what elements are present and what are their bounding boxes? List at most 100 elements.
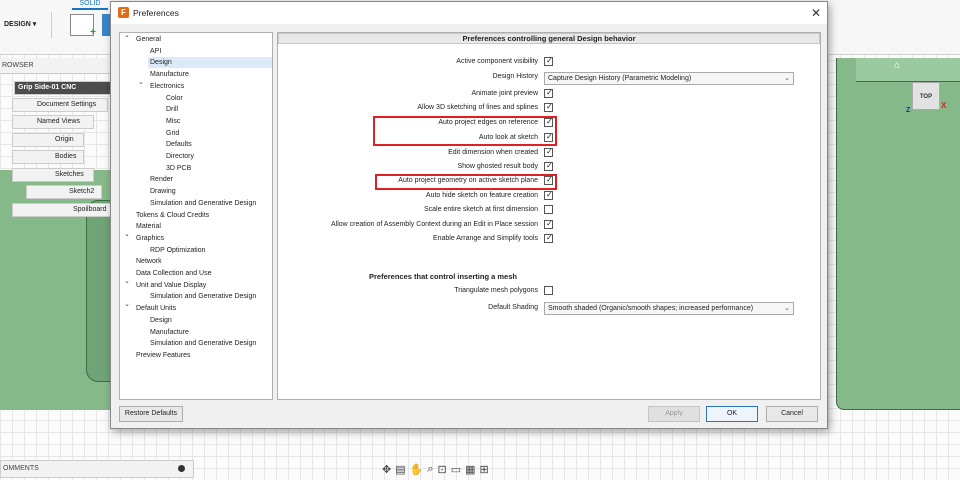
preferences-tree: ⌄ General API Design Manufacture ⌄ Electronics… [119,32,273,400]
setting-checkbox[interactable] [544,102,553,112]
workspace-switcher[interactable]: DESIGN ▾ [0,12,52,38]
tree-item[interactable]: Color [164,93,183,104]
dialog-title: Preferences [133,8,179,18]
tree-expand-chevron-icon[interactable]: ⌄ [124,300,130,308]
pan-icon[interactable]: ✋ [410,463,424,476]
select-value: Smooth shaded (Organic/smooth shapes; in… [548,305,754,312]
tree-item[interactable]: Manufacture [148,69,189,80]
tree-item[interactable]: Material [134,221,161,232]
chevron-down-icon: ⌄ [784,305,790,312]
design-history-select[interactable]: Capture Design History (Parametric Model… [544,72,794,85]
browser-node-document-settings[interactable]: Document Settings [12,98,108,112]
browser-node-named-views[interactable]: Named Views [12,115,94,129]
setting-checkbox[interactable] [544,88,553,98]
tree-item[interactable]: Graphics [134,233,164,244]
create-sketch-icon[interactable]: + [70,14,96,38]
highlight-box [375,174,557,190]
apply-button[interactable]: Apply [648,406,700,422]
tree-item[interactable]: Unit and Value Display [134,280,206,291]
tree-item[interactable]: Drawing [148,186,176,197]
setting-label: Design History [492,73,538,80]
tree-item[interactable]: Design [148,315,172,326]
look-at-icon[interactable]: ▤ [395,463,405,476]
orbit-icon[interactable]: ✥ [382,463,391,476]
setting-checkbox[interactable] [544,205,553,214]
tree-item[interactable]: Simulation and Generative Design [148,198,256,209]
browser-root-node[interactable]: Grip Side-01 CNC [14,81,112,95]
cancel-button[interactable]: Cancel [766,406,818,422]
triangulate-checkbox[interactable] [544,286,553,295]
display-settings-icon[interactable]: ▭ [451,463,461,476]
browser-panel: ROWSER Grip Side-01 CNC Document Setting… [0,58,112,218]
navigation-bar: ✥ ▤ ✋ ⌕ ⊡ ▭ ▦ ⊞ [382,460,552,478]
viewcube[interactable]: TOP [912,82,940,110]
tree-expand-chevron-icon[interactable]: ⌄ [138,78,144,86]
comments-panel[interactable]: OMMENTS [0,460,194,478]
setting-label: Show ghosted result body [457,163,538,170]
chevron-down-icon: ⌄ [784,75,790,82]
tree-item[interactable]: Grid [164,128,179,139]
ok-button[interactable]: OK [706,406,758,422]
tree-item[interactable]: Manufacture [148,327,189,338]
setting-checkbox[interactable] [544,161,553,171]
tree-item[interactable]: Directory [164,151,194,162]
tree-expand-chevron-icon[interactable]: ⌄ [124,33,130,39]
zoom-icon[interactable]: ⌕ [427,463,433,476]
browser-title: ROWSER [0,58,112,74]
tree-item[interactable]: Network [134,256,162,267]
setting-checkbox[interactable] [544,190,553,200]
comments-label: OMMENTS [3,465,39,472]
browser-node-origin[interactable]: Origin [12,133,84,147]
home-icon[interactable]: ⌂ [894,60,900,71]
tree-expand-chevron-icon[interactable]: ⌄ [124,230,130,238]
setting-label: Edit dimension when created [448,149,538,156]
setting-label: Allow 3D sketching of lines and splines [417,104,538,111]
setting-label: Allow creation of Assembly Context durin… [331,221,538,228]
tree-item[interactable]: Tokens & Cloud Credits [134,210,209,221]
browser-node-bodies[interactable]: Bodies [12,150,84,164]
browser-node-sketches[interactable]: Sketches [12,168,94,182]
tree-item[interactable]: Design [148,57,272,69]
viewcube-z-axis: Z [906,107,911,114]
restore-defaults-button[interactable]: Restore Defaults [119,406,183,422]
tab-solid[interactable]: SOLID [72,0,108,10]
tree-item[interactable]: General [134,34,161,45]
tree-item[interactable]: Render [148,174,173,185]
close-icon[interactable]: ✕ [811,2,821,24]
preferences-dialog: F Preferences ✕ ⌄ General API Design Manufac… [110,1,828,429]
settings-panel: Preferences controlling general Design b… [277,32,821,400]
triangulate-label: Triangulate mesh polygons [454,287,538,294]
setting-checkbox[interactable] [544,233,553,243]
setting-label: Active component visibility [456,58,538,65]
tree-item[interactable]: RDP Optimization [148,245,206,256]
tree-item[interactable]: Data Collection and Use [134,268,212,279]
browser-node-spoilboard[interactable]: Spoilboard [12,203,112,217]
tree-item[interactable]: API [148,46,161,57]
tree-item[interactable]: Simulation and Generative Design [148,338,256,349]
tree-item[interactable]: Misc [164,116,180,127]
tree-item[interactable]: Preview Features [134,350,190,361]
setting-checkbox[interactable] [544,56,553,66]
tree-item[interactable]: 3D PCB [164,163,191,174]
tree-item[interactable]: Simulation and Generative Design [148,291,256,302]
default-shading-label: Default Shading [488,304,538,311]
app-icon: F [118,7,129,18]
tree-expand-chevron-icon[interactable]: ⌄ [124,277,130,285]
tree-item[interactable]: Default Units [134,303,176,314]
tree-item[interactable]: Electronics [148,81,184,92]
tree-item[interactable]: Defaults [164,139,192,150]
setting-checkbox[interactable] [544,147,553,157]
fit-icon[interactable]: ⊡ [438,463,447,476]
grid-settings-icon[interactable]: ▦ [465,463,475,476]
add-comment-icon[interactable] [178,465,185,472]
mesh-section-title: Preferences that control inserting a mes… [369,272,517,281]
default-shading-select[interactable]: Smooth shaded (Organic/smooth shapes; in… [544,302,794,315]
tree-item[interactable]: Drill [164,104,178,115]
setting-checkbox[interactable] [544,219,553,229]
model-top-face [856,58,960,82]
model-body-right [836,58,960,410]
browser-node-sketch2[interactable]: Sketch2 [26,185,102,199]
viewcube-x-axis: X [941,101,947,110]
viewports-icon[interactable]: ⊞ [480,463,489,476]
setting-label: Scale entire sketch at first dimension [424,206,538,213]
